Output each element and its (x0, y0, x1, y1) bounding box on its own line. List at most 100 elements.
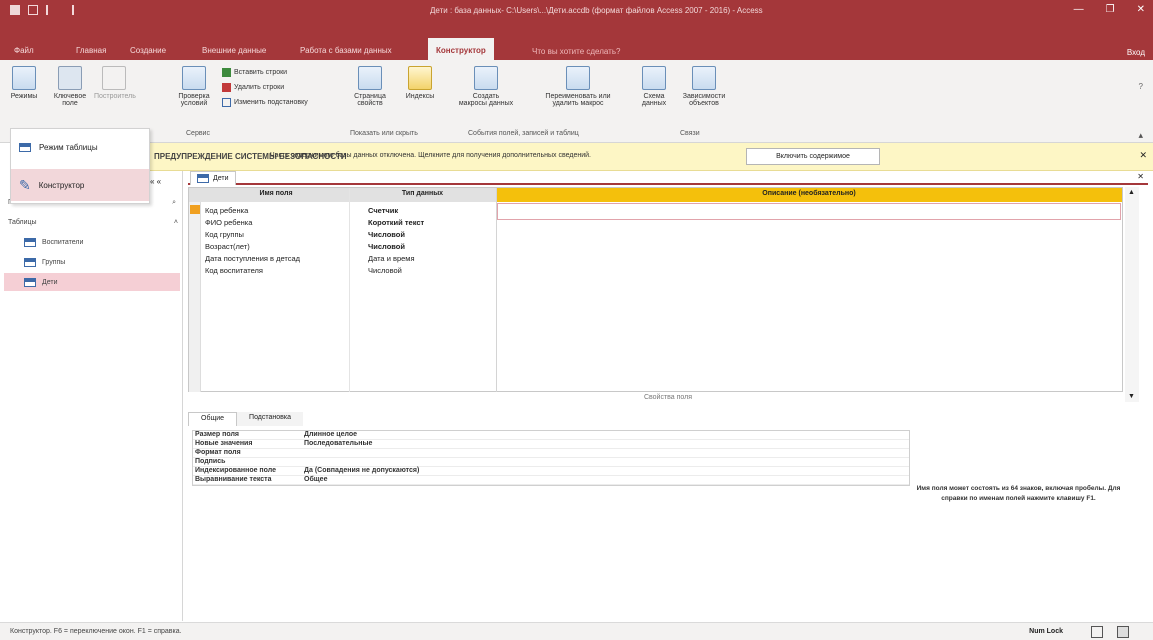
property-row[interactable]: Формат поля (193, 449, 909, 458)
menu-item-design-view[interactable]: ✎ Конструктор (11, 169, 149, 201)
table-icon (24, 237, 36, 247)
property-value[interactable]: Общее (300, 476, 327, 484)
relationships-icon (642, 66, 666, 90)
field-type[interactable]: Числовой (368, 230, 405, 239)
macro-icon (474, 66, 498, 90)
table-icon (24, 257, 36, 267)
field-row[interactable]: Код ребенка Счетчик (203, 205, 1103, 217)
modify-lookups-button[interactable]: Изменить подстановку (222, 98, 308, 107)
nav-collapse-button[interactable]: « « (150, 177, 161, 186)
tab-design[interactable]: Конструктор (428, 38, 494, 60)
field-type[interactable]: Дата и время (368, 254, 415, 263)
grid-header: Имя поля Тип данных Описание (необязател… (189, 188, 1122, 202)
sign-in-link[interactable]: Вход (1127, 48, 1145, 57)
tab-lookup[interactable]: Подстановка (237, 412, 303, 426)
window-title: Дети : база данных- C:\Users\...\Дети.ac… (430, 6, 763, 15)
help-icon[interactable]: ? (1139, 82, 1143, 91)
field-name[interactable]: ФИО ребенка (205, 218, 252, 227)
table-view-icon (12, 66, 36, 90)
scroll-up-icon[interactable]: ▲ (1128, 189, 1135, 196)
rename-delete-macro-button[interactable]: Переименовать или удалить макрос (538, 66, 618, 107)
field-type[interactable]: Короткий текст (368, 218, 424, 227)
group-label-relationships: Связи (680, 130, 700, 137)
redo-icon[interactable] (64, 5, 74, 15)
enable-content-button[interactable]: Включить содержимое (746, 148, 880, 165)
document-tab-deti[interactable]: Дети (190, 171, 236, 185)
design-view-status-icon[interactable] (1117, 626, 1129, 638)
field-name[interactable]: Код воспитателя (205, 266, 263, 275)
minimize-button[interactable]: — (1074, 4, 1084, 15)
property-value[interactable]: Длинное целое (300, 431, 357, 439)
delete-rows-icon (222, 83, 231, 92)
column-header-data-type: Тип данных (401, 190, 444, 197)
tab-external-data[interactable]: Внешние данные (202, 46, 266, 55)
create-data-macros-button[interactable]: Создать макросы данных (458, 66, 514, 107)
builder-button[interactable]: Построитель (94, 66, 136, 100)
close-document-button[interactable]: ✕ (1137, 172, 1144, 181)
field-name[interactable]: Дата поступления в детсад (205, 254, 300, 263)
tab-file[interactable]: Файл (14, 46, 34, 55)
row-selector-column[interactable] (189, 202, 201, 392)
undo-icon[interactable] (46, 5, 56, 15)
field-row[interactable]: Возраст(лет) Числовой (203, 241, 1103, 253)
nav-item-deti[interactable]: Дети (4, 273, 180, 291)
property-row[interactable]: Выравнивание текста Общее (193, 476, 909, 485)
field-type[interactable]: Числовой (368, 242, 405, 251)
design-view-icon: ✎ (19, 176, 31, 193)
insert-rows-button[interactable]: Вставить строки (222, 68, 287, 77)
tell-me-input[interactable]: Что вы хотите сделать? (532, 47, 620, 56)
property-label: Выравнивание текста (195, 476, 272, 483)
datasheet-view-icon[interactable] (1091, 626, 1103, 638)
field-row[interactable]: Код воспитателя Числовой (203, 265, 1103, 277)
property-row[interactable]: Подпись (193, 458, 909, 467)
check-rules-icon (182, 66, 206, 90)
object-dependencies-button[interactable]: Зависимости объектов (680, 66, 728, 107)
property-value[interactable]: Да (Совпадения не допускаются) (300, 467, 419, 475)
indexes-icon (408, 66, 432, 90)
primary-key-indicator-icon (190, 205, 200, 214)
primary-key-button[interactable]: Ключевое поле (50, 66, 90, 107)
property-label: Новые значения (195, 440, 253, 447)
delete-rows-button[interactable]: Удалить строки (222, 83, 284, 92)
tab-home[interactable]: Главная (76, 46, 106, 55)
property-value[interactable] (300, 458, 304, 466)
field-name[interactable]: Код группы (205, 230, 244, 239)
rename-macro-icon (566, 66, 590, 90)
field-row[interactable]: Дата поступления в детсад Дата и время (203, 253, 1103, 265)
property-value[interactable] (300, 449, 304, 457)
indexes-button[interactable]: Индексы (402, 66, 438, 100)
vertical-scrollbar[interactable]: ▲ ▼ (1125, 187, 1139, 402)
field-row[interactable]: Код группы Числовой (203, 229, 1103, 241)
close-button[interactable]: ✕ (1137, 4, 1145, 15)
property-sheet-button[interactable]: Страница свойств (350, 66, 390, 107)
field-name[interactable]: Возраст(лет) (205, 242, 250, 251)
field-type[interactable]: Числовой (368, 266, 402, 275)
nav-item-gruppy[interactable]: Группы (4, 253, 180, 271)
key-icon (58, 66, 82, 90)
property-row[interactable]: Индексированное поле Да (Совпадения не д… (193, 467, 909, 476)
security-warning-bar: ПРЕДУПРЕЖДЕНИЕ СИСТЕМЫ БЕЗОПАСНОСТИ Част… (150, 143, 1153, 171)
property-row[interactable]: Размер поля Длинное целое (193, 431, 909, 440)
save-icon[interactable] (28, 5, 38, 15)
nav-item-vospitateli[interactable]: Воспитатели (4, 233, 180, 251)
menu-item-datasheet-view[interactable]: Режим таблицы (11, 131, 149, 163)
maximize-button[interactable]: ❐ (1106, 4, 1115, 15)
collapse-ribbon-icon[interactable]: ▴ (1138, 130, 1143, 141)
column-header-field-name: Имя поля (259, 190, 293, 197)
views-button[interactable]: Режимы (10, 66, 38, 100)
table-icon (197, 174, 209, 183)
tab-database-tools[interactable]: Работа с базами данных (300, 46, 392, 55)
field-type[interactable]: Счетчик (368, 206, 398, 215)
tab-general[interactable]: Общие (188, 412, 238, 426)
field-name[interactable]: Код ребенка (205, 206, 248, 215)
property-value[interactable]: Последовательные (300, 440, 372, 448)
property-label: Размер поля (195, 431, 240, 438)
relationships-button[interactable]: Схема данных (636, 66, 672, 107)
property-row[interactable]: Новые значения Последовательные (193, 440, 909, 449)
property-help-text: Имя поля может состоять из 64 знаков, вк… (916, 485, 1121, 502)
tab-create[interactable]: Создание (130, 46, 166, 55)
test-validation-button[interactable]: Проверка условий (176, 66, 212, 107)
nav-group-tables[interactable]: Таблицы ˄ (8, 219, 178, 226)
close-warning-button[interactable]: ✕ (1139, 150, 1147, 161)
field-row[interactable]: ФИО ребенка Короткий текст (203, 217, 1103, 229)
